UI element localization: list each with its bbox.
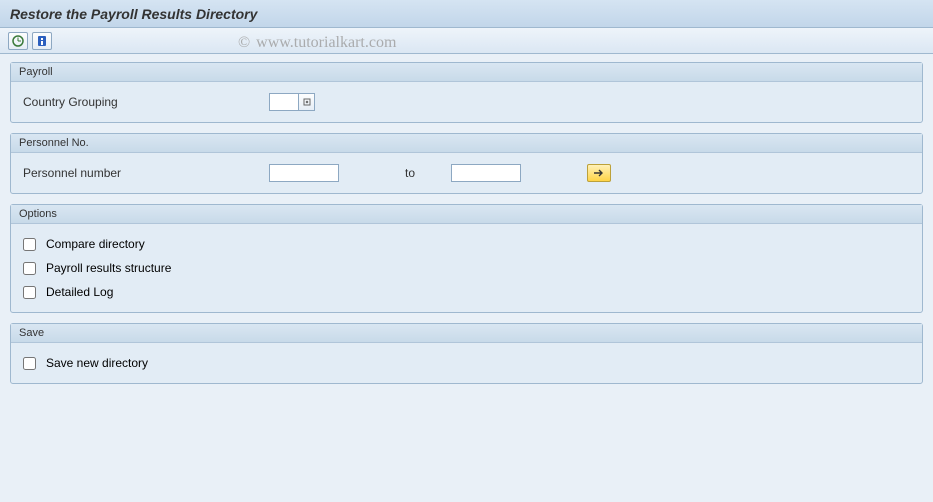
info-icon (36, 35, 48, 47)
group-payroll: Payroll Country Grouping (10, 62, 923, 123)
personnel-number-row: Personnel number to (23, 161, 910, 185)
payroll-results-structure-checkbox[interactable] (23, 262, 36, 275)
save-new-directory-checkbox[interactable] (23, 357, 36, 370)
group-options-header: Options (11, 205, 922, 224)
country-grouping-search-help[interactable] (299, 93, 315, 111)
country-grouping-label: Country Grouping (23, 95, 263, 109)
toolbar (0, 28, 933, 54)
search-help-icon (303, 98, 311, 106)
country-grouping-row: Country Grouping (23, 90, 910, 114)
page-title: Restore the Payroll Results Directory (10, 6, 257, 22)
group-personnel-header: Personnel No. (11, 134, 922, 153)
group-save: Save Save new directory (10, 323, 923, 384)
save-new-directory-row: Save new directory (23, 351, 910, 375)
country-grouping-input[interactable] (269, 93, 299, 111)
group-payroll-header: Payroll (11, 63, 922, 82)
compare-directory-checkbox[interactable] (23, 238, 36, 251)
detailed-log-checkbox[interactable] (23, 286, 36, 299)
multiple-selection-button[interactable] (587, 164, 611, 182)
personnel-number-to-label: to (405, 166, 415, 180)
personnel-number-label: Personnel number (23, 166, 263, 180)
info-button[interactable] (32, 32, 52, 50)
content: Payroll Country Grouping Personn (0, 54, 933, 402)
payroll-results-structure-label: Payroll results structure (46, 261, 171, 275)
payroll-results-structure-row: Payroll results structure (23, 256, 910, 280)
execute-icon (12, 35, 24, 47)
group-personnel: Personnel No. Personnel number to (10, 133, 923, 194)
personnel-number-from-input[interactable] (269, 164, 339, 182)
detailed-log-row: Detailed Log (23, 280, 910, 304)
group-save-header: Save (11, 324, 922, 343)
arrow-right-icon (593, 169, 605, 177)
detailed-log-label: Detailed Log (46, 285, 113, 299)
group-options: Options Compare directory Payroll result… (10, 204, 923, 313)
personnel-number-to-input[interactable] (451, 164, 521, 182)
title-bar: Restore the Payroll Results Directory (0, 0, 933, 28)
compare-directory-label: Compare directory (46, 237, 145, 251)
execute-button[interactable] (8, 32, 28, 50)
compare-directory-row: Compare directory (23, 232, 910, 256)
save-new-directory-label: Save new directory (46, 356, 148, 370)
